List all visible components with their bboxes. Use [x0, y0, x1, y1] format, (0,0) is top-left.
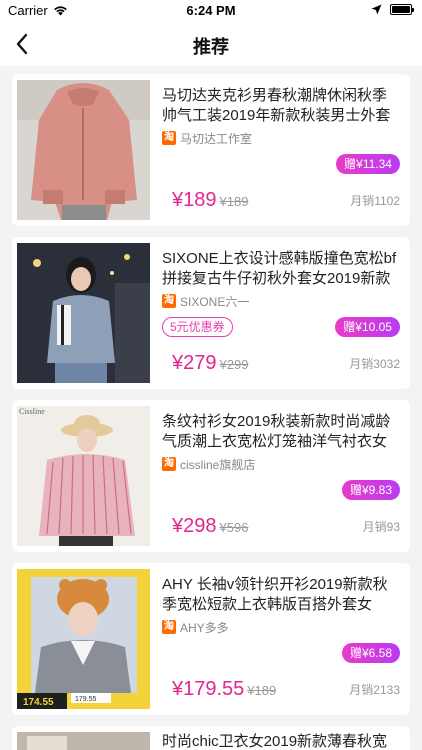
page-title: 推荐	[193, 37, 229, 57]
badge-row: 5元优惠券 赠¥10.05	[162, 317, 400, 337]
product-title[interactable]: AHY 长袖v领针织开衫2019新款秋季宽松短款上衣韩版百搭外套女	[162, 575, 400, 615]
original-price: ¥596	[219, 520, 249, 535]
original-price: ¥189	[219, 194, 249, 209]
status-time: 6:24 PM	[186, 3, 236, 18]
current-price: ¥189	[172, 189, 217, 211]
product-image[interactable]: Cissline	[17, 406, 150, 546]
shop-name: 马切达工作室	[180, 131, 253, 146]
product-image[interactable]	[17, 732, 150, 750]
badge-row: 赠¥11.34	[162, 154, 400, 174]
product-list[interactable]: 马切达夹克衫男春秋潮牌休闲秋季帅气工装2019年新款秋装男士外套 淘 马切达工作…	[12, 74, 410, 750]
taobao-icon: 淘	[162, 457, 176, 471]
nav-bar: 推荐	[0, 22, 422, 66]
badge-row: 赠¥6.58	[162, 643, 400, 663]
current-price: ¥298	[172, 515, 217, 537]
current-price: ¥279	[172, 352, 217, 374]
price: ¥298 ¥596	[172, 515, 248, 538]
taobao-icon: 淘	[162, 131, 176, 145]
image-price-text: 179.55	[75, 696, 97, 703]
price-row: ¥189 ¥189 月销1102	[162, 186, 400, 212]
product-card[interactable]: 174.55 179.55 AHY 长袖v领针织开衫2019新款秋季宽松短款上衣…	[12, 563, 410, 715]
shop-name: SIXONE六一	[180, 294, 250, 309]
product-info: AHY 长袖v领针织开衫2019新款秋季宽松短款上衣韩版百搭外套女 淘 AHY多…	[162, 575, 400, 707]
product-card[interactable]: Cissline 条纹衬衫女2019秋装新款时尚减龄气质潮上衣宽松灯笼袖洋气衬衣…	[12, 400, 410, 552]
price-row: ¥298 ¥596 月销93	[162, 512, 400, 538]
product-image[interactable]: 174.55 179.55	[17, 569, 150, 709]
image-price-text: 174.55	[23, 697, 54, 708]
shop-name: cissline旗舰店	[180, 457, 256, 472]
shop-name: AHY多多	[180, 620, 229, 635]
shop-row: 淘 AHY多多	[162, 619, 400, 635]
product-image[interactable]	[17, 80, 150, 220]
price-row: ¥179.55 ¥189 月销2133	[162, 675, 400, 701]
price: ¥179.55 ¥189	[172, 678, 276, 701]
product-info: 条纹衬衫女2019秋装新款时尚减龄气质潮上衣宽松灯笼袖洋气衬衣女 淘 cissl…	[162, 412, 400, 544]
price-row: ¥279 ¥299 月销3032	[162, 349, 400, 375]
status-bar: Carrier 6:24 PM	[0, 0, 422, 22]
status-right	[371, 4, 414, 15]
product-title[interactable]: 条纹衬衫女2019秋装新款时尚减龄气质潮上衣宽松灯笼袖洋气衬衣女	[162, 412, 400, 452]
product-card[interactable]: 马切达夹克衫男春秋潮牌休闲秋季帅气工装2019年新款秋装男士外套 淘 马切达工作…	[12, 74, 410, 226]
gift-badge: 赠¥9.83	[341, 480, 400, 500]
product-title[interactable]: SIXONE上衣设计感韩版撞色宽松bf拼接复古牛仔初秋外套女2019新款	[162, 249, 400, 289]
badge-row: 赠¥9.83	[162, 480, 400, 500]
image-brand-text: Cissline	[19, 407, 45, 416]
price: ¥279 ¥299	[172, 352, 248, 375]
product-info: 时尚chic卫衣女2019新款薄春秋宽	[162, 732, 400, 750]
gift-badge: 赠¥11.34	[336, 154, 400, 174]
product-image[interactable]	[17, 243, 150, 383]
product-title[interactable]: 马切达夹克衫男春秋潮牌休闲秋季帅气工装2019年新款秋装男士外套	[162, 86, 400, 126]
original-price: ¥189	[247, 683, 277, 698]
shop-row: 淘 SIXONE六一	[162, 293, 400, 309]
monthly-sales: 月销3032	[349, 357, 400, 371]
gift-badge: 赠¥6.58	[341, 643, 400, 663]
product-card[interactable]: 时尚chic卫衣女2019新款薄春秋宽	[12, 726, 410, 750]
location-arrow-icon	[371, 4, 382, 15]
taobao-icon: 淘	[162, 620, 176, 634]
gift-badge: 赠¥10.05	[335, 317, 400, 337]
monthly-sales: 月销93	[362, 520, 400, 534]
coupon-badge[interactable]: 5元优惠券	[162, 317, 233, 337]
monthly-sales: 月销2133	[349, 683, 400, 697]
shop-row: 淘 cissline旗舰店	[162, 456, 400, 472]
product-info: SIXONE上衣设计感韩版撞色宽松bf拼接复古牛仔初秋外套女2019新款 淘 S…	[162, 249, 400, 381]
product-title[interactable]: 时尚chic卫衣女2019新款薄春秋宽	[162, 732, 400, 750]
product-card[interactable]: SIXONE上衣设计感韩版撞色宽松bf拼接复古牛仔初秋外套女2019新款 淘 S…	[12, 237, 410, 389]
battery-icon	[390, 4, 414, 15]
original-price: ¥299	[219, 357, 249, 372]
product-info: 马切达夹克衫男春秋潮牌休闲秋季帅气工装2019年新款秋装男士外套 淘 马切达工作…	[162, 86, 400, 218]
price: ¥189 ¥189	[172, 189, 248, 212]
monthly-sales: 月销1102	[350, 194, 400, 208]
shop-row: 淘 马切达工作室	[162, 130, 400, 146]
taobao-icon: 淘	[162, 294, 176, 308]
current-price: ¥179.55	[172, 678, 245, 700]
